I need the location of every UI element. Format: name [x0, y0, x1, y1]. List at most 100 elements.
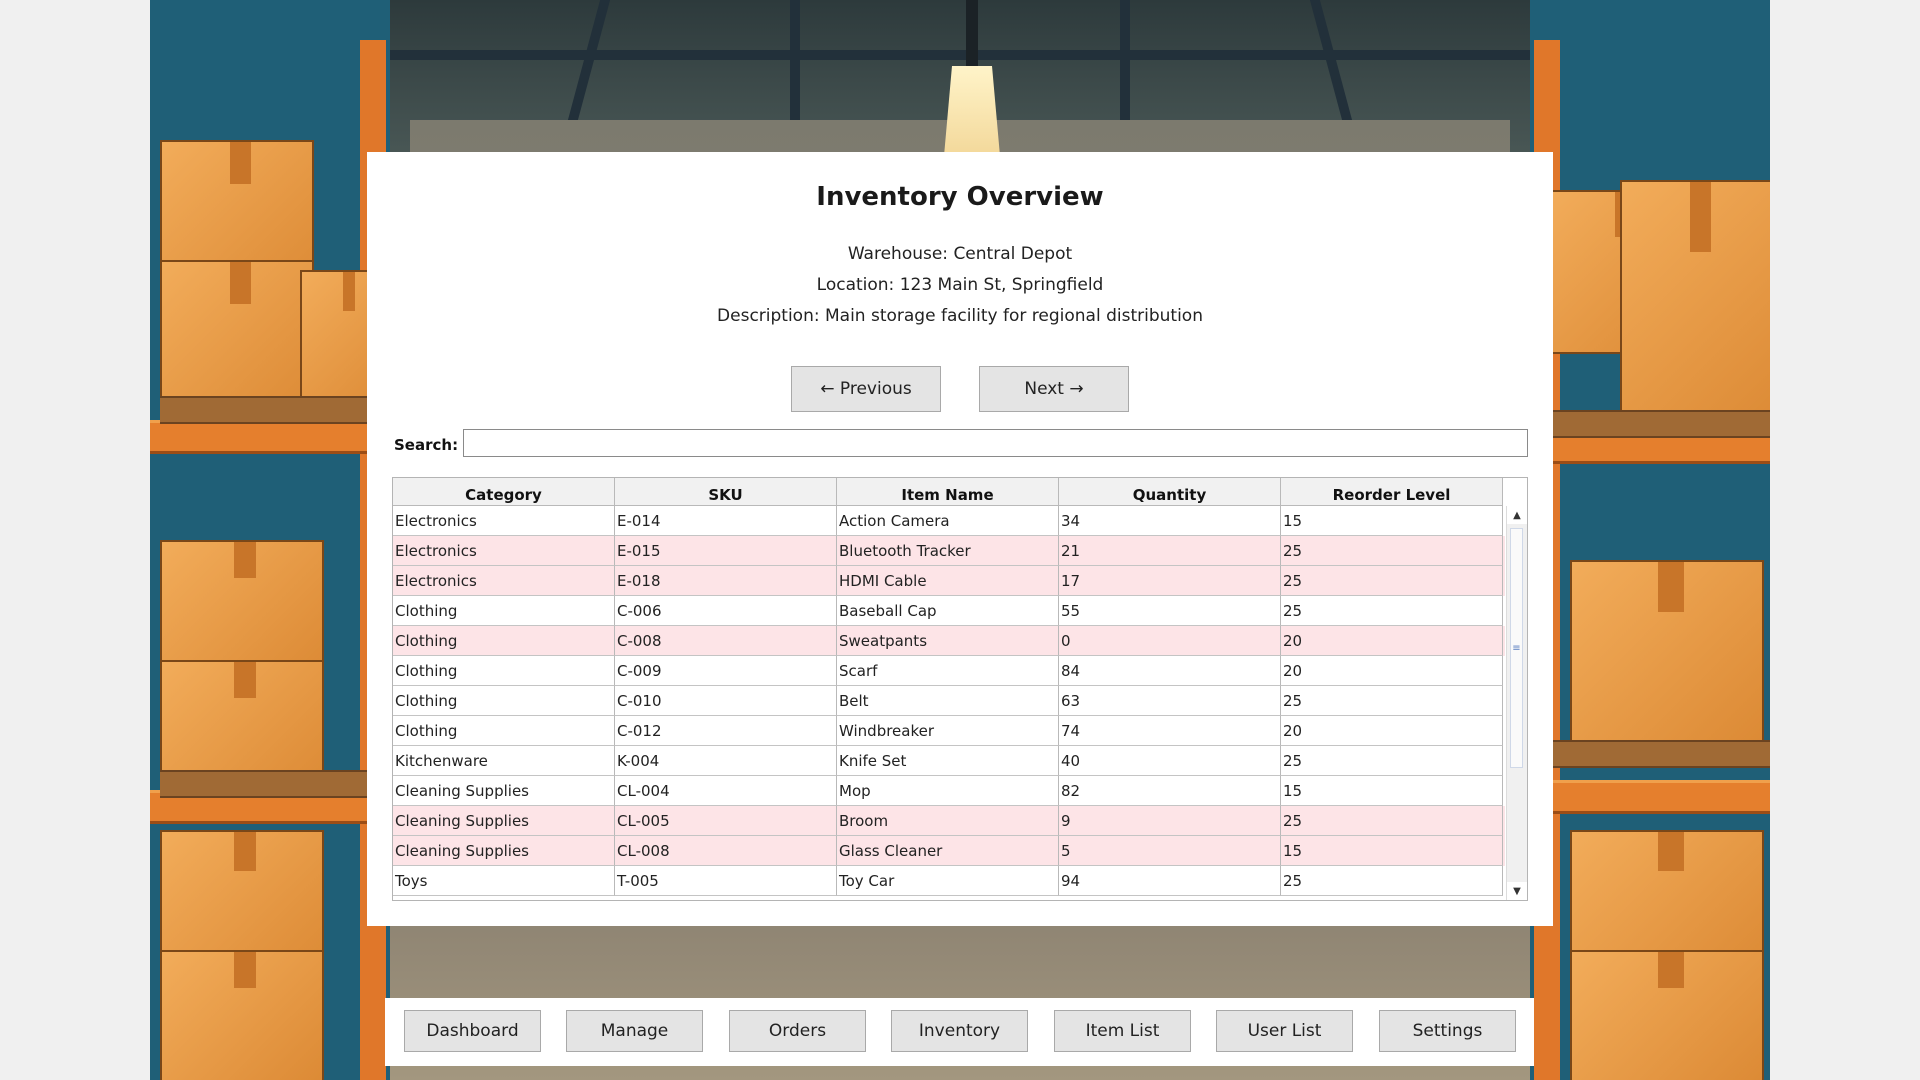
search-input[interactable]	[463, 429, 1528, 457]
lamp-cord	[966, 0, 978, 70]
table-row[interactable]: Cleaning Supplies CL-005 Broom 9 25	[393, 806, 1505, 836]
cell-category: Clothing	[393, 656, 615, 686]
table-body: Electronics E-014 Action Camera 34 15 Electro…	[393, 506, 1505, 896]
cell-category: Clothing	[393, 686, 615, 716]
nav-orders-button[interactable]: Orders	[729, 1010, 866, 1052]
left-shelf	[150, 0, 394, 1080]
cell-sku: K-004	[615, 746, 837, 776]
nav-dashboard-button[interactable]: Dashboard	[404, 1010, 541, 1052]
inventory-table: Category SKU Item Name Quantity Reorder …	[392, 477, 1528, 901]
cell-item-name: Broom	[837, 806, 1059, 836]
triangle-up-icon[interactable]: ▲	[1507, 506, 1527, 524]
cell-item-name: Toy Car	[837, 866, 1059, 896]
cell-sku: T-005	[615, 866, 837, 896]
triangle-down-icon[interactable]: ▼	[1507, 882, 1527, 900]
cell-sku: E-018	[615, 566, 837, 596]
cell-item-name: Action Camera	[837, 506, 1059, 536]
column-header-category[interactable]: Category	[393, 478, 615, 506]
nav-item-list-button[interactable]: Item List	[1054, 1010, 1191, 1052]
cell-quantity: 9	[1059, 806, 1281, 836]
cell-item-name: HDMI Cable	[837, 566, 1059, 596]
cell-item-name: Windbreaker	[837, 716, 1059, 746]
cell-item-name: Scarf	[837, 656, 1059, 686]
search-label: Search:	[394, 436, 459, 454]
cell-category: Toys	[393, 866, 615, 896]
table-row[interactable]: Toys T-005 Toy Car 94 25	[393, 866, 1505, 896]
cell-reorder-level: 25	[1281, 566, 1503, 596]
cell-quantity: 17	[1059, 566, 1281, 596]
cell-item-name: Belt	[837, 686, 1059, 716]
next-button[interactable]: Next →	[979, 366, 1129, 412]
cell-sku: CL-008	[615, 836, 837, 866]
table-row[interactable]: Clothing C-010 Belt 63 25	[393, 686, 1505, 716]
cell-quantity: 55	[1059, 596, 1281, 626]
previous-button[interactable]: ← Previous	[791, 366, 941, 412]
cell-sku: C-009	[615, 656, 837, 686]
table-row[interactable]: Clothing C-009 Scarf 84 20	[393, 656, 1505, 686]
table-row[interactable]: Clothing C-012 Windbreaker 74 20	[393, 716, 1505, 746]
cell-category: Kitchenware	[393, 746, 615, 776]
table-scrollbar[interactable]: ▲ ≡ ▼	[1506, 506, 1527, 900]
cell-category: Electronics	[393, 536, 615, 566]
table-row[interactable]: Kitchenware K-004 Knife Set 40 25	[393, 746, 1505, 776]
cell-reorder-level: 25	[1281, 596, 1503, 626]
cell-quantity: 0	[1059, 626, 1281, 656]
nav-manage-button[interactable]: Manage	[566, 1010, 703, 1052]
cell-category: Cleaning Supplies	[393, 806, 615, 836]
cell-sku: C-012	[615, 716, 837, 746]
cell-item-name: Bluetooth Tracker	[837, 536, 1059, 566]
cell-category: Cleaning Supplies	[393, 776, 615, 806]
table-row[interactable]: Clothing C-006 Baseball Cap 55 25	[393, 596, 1505, 626]
cell-category: Clothing	[393, 596, 615, 626]
cell-quantity: 21	[1059, 536, 1281, 566]
cell-sku: C-006	[615, 596, 837, 626]
cell-category: Electronics	[393, 506, 615, 536]
cell-quantity: 63	[1059, 686, 1281, 716]
warehouse-description: Description: Main storage facility for r…	[717, 306, 1203, 326]
column-header-quantity[interactable]: Quantity	[1059, 478, 1281, 506]
nav-user-list-button[interactable]: User List	[1216, 1010, 1353, 1052]
table-row[interactable]: Cleaning Supplies CL-004 Mop 82 15	[393, 776, 1505, 806]
column-header-sku[interactable]: SKU	[615, 478, 837, 506]
cell-category: Clothing	[393, 626, 615, 656]
cell-reorder-level: 20	[1281, 716, 1503, 746]
scrollbar-thumb[interactable]: ≡	[1510, 528, 1523, 768]
table-row[interactable]: Electronics E-018 HDMI Cable 17 25	[393, 566, 1505, 596]
cell-sku: E-014	[615, 506, 837, 536]
cell-category: Electronics	[393, 566, 615, 596]
cell-quantity: 84	[1059, 656, 1281, 686]
grip-icon: ≡	[1512, 642, 1521, 654]
warehouse-location: Location: 123 Main St, Springfield	[816, 275, 1104, 295]
nav-settings-button[interactable]: Settings	[1379, 1010, 1516, 1052]
cell-quantity: 34	[1059, 506, 1281, 536]
table-row[interactable]: Electronics E-015 Bluetooth Tracker 21 25	[393, 536, 1505, 566]
cell-sku: C-010	[615, 686, 837, 716]
table-row[interactable]: Electronics E-014 Action Camera 34 15	[393, 506, 1505, 536]
warehouse-name: Warehouse: Central Depot	[847, 244, 1073, 264]
cell-reorder-level: 25	[1281, 536, 1503, 566]
column-header-reorder-level[interactable]: Reorder Level	[1281, 478, 1503, 506]
cell-item-name: Mop	[837, 776, 1059, 806]
cell-reorder-level: 25	[1281, 866, 1503, 896]
table-row[interactable]: Clothing C-008 Sweatpants 0 20	[393, 626, 1505, 656]
nav-inventory-button[interactable]: Inventory	[891, 1010, 1028, 1052]
cell-reorder-level: 15	[1281, 836, 1503, 866]
column-header-item-name[interactable]: Item Name	[837, 478, 1059, 506]
page-title: Inventory Overview	[816, 182, 1104, 212]
cell-reorder-level: 25	[1281, 686, 1503, 716]
table-row[interactable]: Cleaning Supplies CL-008 Glass Cleaner 5 15	[393, 836, 1505, 866]
cell-reorder-level: 25	[1281, 746, 1503, 776]
cell-quantity: 74	[1059, 716, 1281, 746]
right-shelf	[1530, 0, 1770, 1080]
cell-category: Clothing	[393, 716, 615, 746]
cell-item-name: Sweatpants	[837, 626, 1059, 656]
inventory-panel: Inventory Overview Warehouse: Central De…	[367, 152, 1553, 926]
cell-reorder-level: 20	[1281, 626, 1503, 656]
cell-reorder-level: 25	[1281, 806, 1503, 836]
cell-item-name: Knife Set	[837, 746, 1059, 776]
cell-sku: C-008	[615, 626, 837, 656]
cell-reorder-level: 20	[1281, 656, 1503, 686]
cell-category: Cleaning Supplies	[393, 836, 615, 866]
cell-reorder-level: 15	[1281, 776, 1503, 806]
cell-quantity: 40	[1059, 746, 1281, 776]
